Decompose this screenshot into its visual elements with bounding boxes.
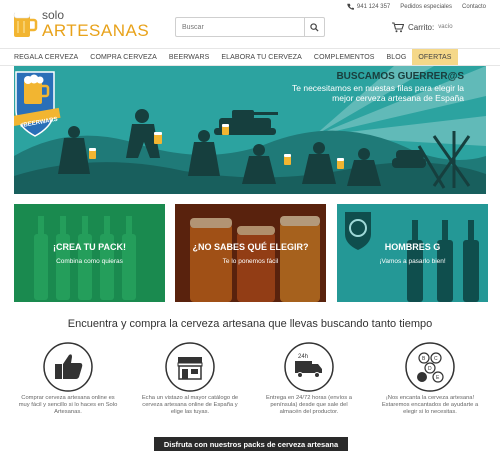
phone-link[interactable]: 941 124 357	[347, 3, 390, 10]
nav-item-ofertas[interactable]: OFERTAS	[412, 49, 458, 65]
nav-item-complementos[interactable]: COMPLEMENTOS	[308, 49, 381, 65]
nav-item-elabora-tu-cerveza[interactable]: ELABORA TU CERVEZA	[215, 49, 308, 65]
nav-item-beerwars[interactable]: BEERWARS	[163, 49, 215, 65]
feature-text: ¡Nos encanta la cerveza artesana! Estare…	[381, 395, 479, 415]
top-links: 941 124 357 Pedidos especiales Contacto	[347, 3, 486, 10]
search-input[interactable]	[176, 18, 304, 36]
tile-title: ¡CREA TU PACK!	[53, 242, 126, 252]
nav-item-blog[interactable]: BLOG	[381, 49, 413, 65]
logo-text-solo: solo	[42, 8, 65, 22]
tile-subtitle: Combina como quieras	[56, 258, 123, 265]
tile-no-sabes-que-elegir[interactable]: ¿NO SABES QUÉ ELEGIR? Te lo ponemos fáci…	[175, 204, 326, 302]
site-header: solo ARTESANAS 941 124 357 Pedidos espec…	[0, 0, 500, 48]
cart-status: vacío	[438, 24, 453, 30]
thumbs-up-icon	[43, 342, 93, 392]
tile-hombres-g[interactable]: HOMBRES G ¡Vamos a pasarlo bien!	[337, 204, 488, 302]
logo-text-artesanas: ARTESANAS	[42, 21, 150, 40]
tile-title: HOMBRES G	[384, 242, 441, 252]
tile-subtitle: ¡Vamos a pasarlo bien!	[379, 258, 446, 265]
tile-beer-glasses-image	[175, 204, 326, 302]
hero-banner[interactable]: #BEERWARS BUSCAMOS GUERRER@S Te necesita…	[14, 66, 486, 194]
main-nav: REGALA CERVEZA COMPRA CERVEZA BEERWARS E…	[0, 48, 500, 66]
nav-item-regala-cerveza[interactable]: REGALA CERVEZA	[8, 49, 84, 65]
special-orders-link[interactable]: Pedidos especiales	[400, 4, 452, 10]
tile-green-bottles-image	[14, 204, 165, 302]
cart-icon	[392, 21, 404, 32]
tile-crea-tu-pack[interactable]: ¡CREA TU PACK! Combina como quieras	[14, 204, 165, 302]
tile-teal-bottles-image	[337, 204, 488, 302]
features-heading: Encuentra y compra la cerveza artesana q…	[67, 318, 433, 330]
feature-text: Entrega en 24/72 horas (envíos a penínsu…	[265, 395, 353, 415]
tile-title: ¿NO SABES QUÉ ELEGIR?	[192, 242, 309, 252]
beer-tasting-icon: B C D E	[405, 342, 455, 392]
feature-text: Comprar cerveza artesana online es muy f…	[18, 395, 118, 415]
feature-text: Echa un vistazo al mayor catálogo de cer…	[141, 395, 239, 415]
search-icon	[310, 22, 319, 32]
hero-title: BUSCAMOS GUERRER@S	[336, 71, 464, 82]
tile-subtitle: Te lo ponemos fácil	[222, 258, 279, 265]
svg-text:D: D	[428, 366, 432, 372]
site-logo[interactable]: solo ARTESANAS	[12, 6, 149, 44]
packs-banner[interactable]: Disfruta con nuestros packs de cerveza a…	[154, 437, 348, 451]
beer-mug-logo-icon	[13, 8, 38, 37]
contact-link[interactable]: Contacto	[462, 4, 486, 10]
phone-icon	[347, 3, 354, 10]
cart-button[interactable]: Carrito: vacío	[392, 17, 492, 37]
search-button[interactable]	[304, 18, 324, 36]
store-icon	[165, 342, 215, 392]
search-box	[175, 17, 325, 37]
delivery-truck-icon: 24h	[284, 342, 334, 392]
phone-number: 941 124 357	[356, 3, 391, 10]
hero-subtitle: Te necesitamos en nuestas filas para ele…	[292, 83, 464, 103]
cart-label: Carrito:	[408, 22, 435, 32]
svg-text:C: C	[434, 356, 438, 362]
svg-text:24h: 24h	[298, 354, 308, 360]
nav-item-compra-cerveza[interactable]: COMPRA CERVEZA	[84, 49, 163, 65]
